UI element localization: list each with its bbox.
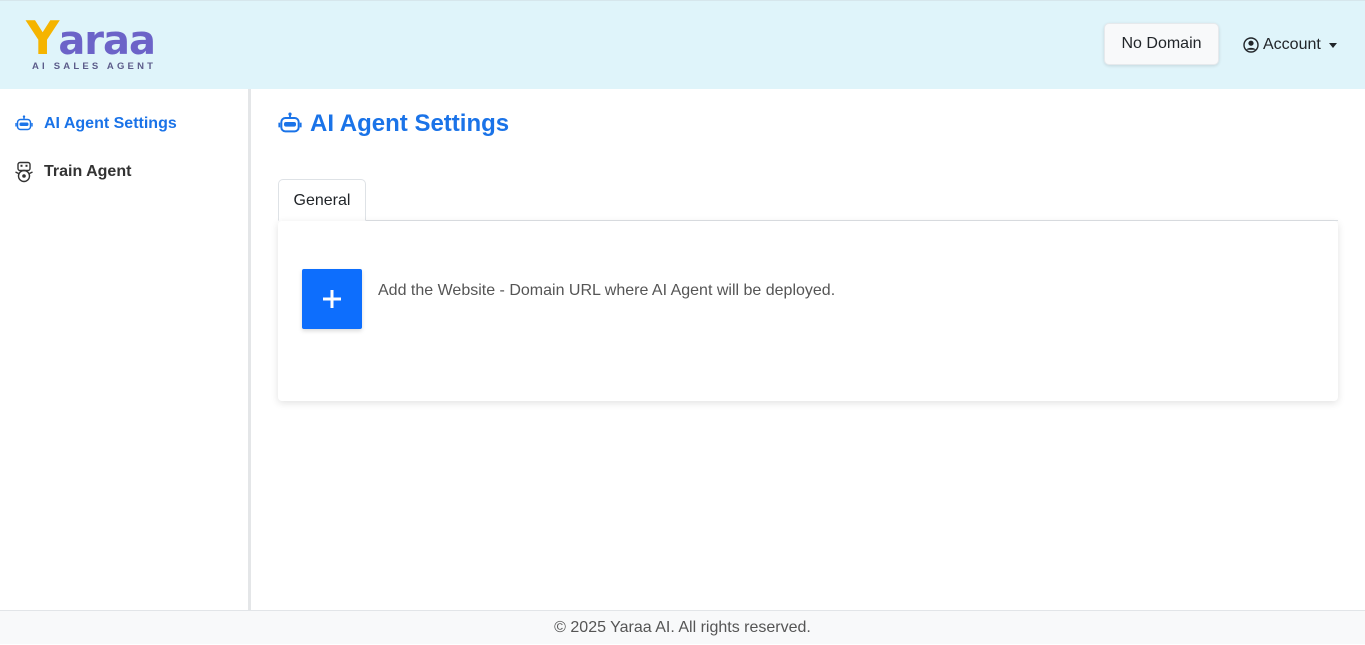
sidebar: AI Agent Settings Train Agent <box>0 89 251 610</box>
logo-wordmark: Yaraa <box>26 11 156 65</box>
sidebar-item-label: AI Agent Settings <box>44 115 177 132</box>
top-header: Yaraa AI SALES AGENT No Domain Account <box>0 0 1365 89</box>
train-robot-icon <box>14 161 34 183</box>
page-title-text: AI Agent Settings <box>310 110 510 137</box>
sidebar-item-ai-agent-settings[interactable]: AI Agent Settings <box>14 112 177 136</box>
yaraa-logo[interactable]: Yaraa AI SALES AGENT <box>26 13 156 73</box>
tab-general[interactable]: General <box>278 179 366 221</box>
footer: © 2025 Yaraa AI. All rights reserved. <box>0 610 1365 644</box>
main-content: AI Agent Settings General Add the Websit… <box>251 89 1365 610</box>
chevron-down-icon <box>1328 42 1337 48</box>
tab-bar: General <box>278 179 1338 221</box>
add-website-description: Add the Website - Domain URL where AI Ag… <box>378 282 836 299</box>
user-circle-icon <box>1243 37 1259 53</box>
account-label: Account <box>1263 36 1321 53</box>
sidebar-item-label: Train Agent <box>44 163 132 180</box>
domain-select-button[interactable]: No Domain <box>1104 23 1219 65</box>
page-title: AI Agent Settings <box>278 110 509 138</box>
account-dropdown[interactable]: Account <box>1243 34 1337 56</box>
add-website-card: Add the Website - Domain URL where AI Ag… <box>278 221 1338 401</box>
robot-icon <box>14 114 34 134</box>
logo-tagline: AI SALES AGENT <box>32 61 157 72</box>
robot-icon <box>278 112 302 136</box>
sidebar-item-train-agent[interactable]: Train Agent <box>14 160 131 184</box>
plus-icon <box>323 290 341 308</box>
add-website-button[interactable] <box>302 269 362 329</box>
